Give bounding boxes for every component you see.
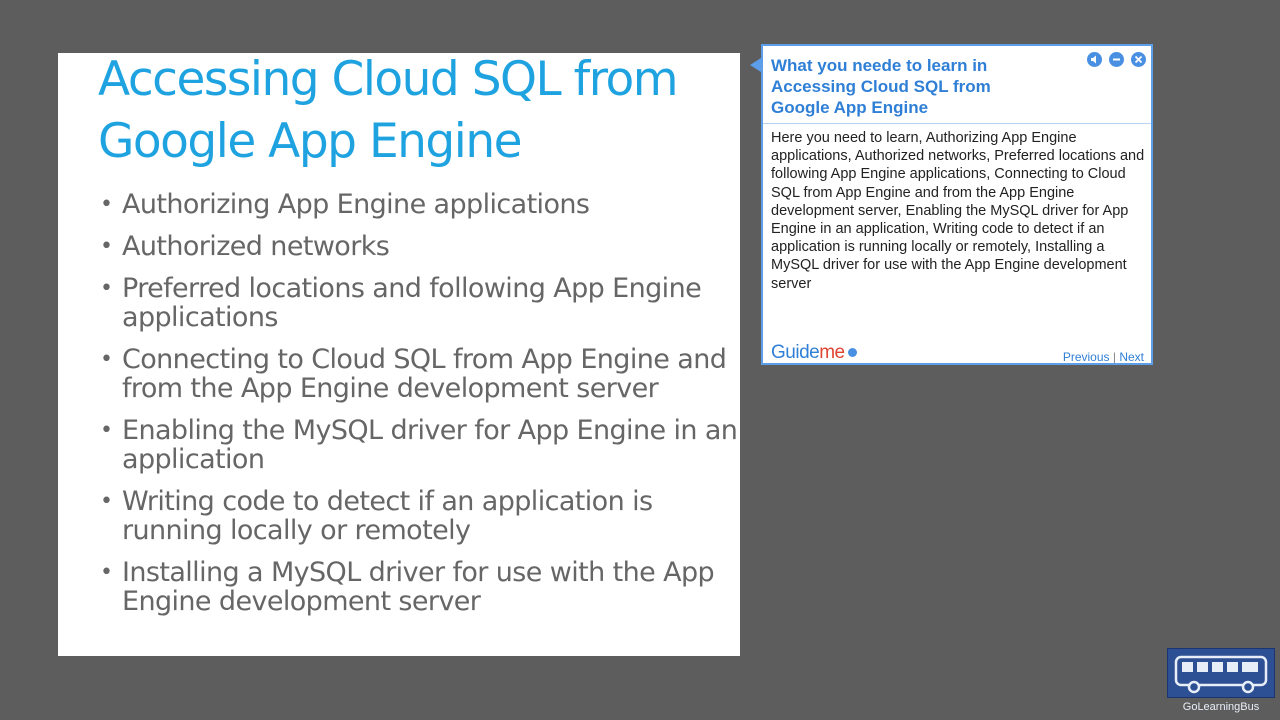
popup-heading: What you neede to learn in Accessing Clo… — [771, 56, 991, 117]
logo-text-guide: Guide — [771, 342, 820, 363]
logo-badge-icon — [847, 348, 857, 357]
guideme-logo: Guideme — [771, 342, 857, 364]
bullet-item: • Preferred locations and following App E… — [98, 274, 738, 332]
logo-text-me: me — [819, 342, 845, 363]
bullet-dot-icon: • — [100, 418, 113, 443]
bullet-dot-icon: • — [100, 560, 113, 585]
bullet-dot-icon: • — [100, 276, 113, 301]
popup-controls — [1087, 52, 1146, 67]
slide-title: Accessing Cloud SQL from Google App Engi… — [98, 53, 679, 169]
golearningbus-logo: GoLearningBus — [1167, 648, 1275, 718]
bullet-text: Installing a MySQL driver for use with t… — [122, 557, 715, 617]
previous-link[interactable]: Previous — [1063, 350, 1110, 364]
bullet-dot-icon: • — [100, 192, 113, 217]
close-icon[interactable] — [1131, 52, 1146, 67]
bullet-dot-icon: • — [100, 489, 113, 514]
next-link[interactable]: Next — [1119, 350, 1144, 364]
bullet-text: Authorizing App Engine applications — [122, 189, 590, 220]
bullet-dot-icon: • — [100, 347, 113, 372]
bullet-item: • Installing a MySQL driver for use with … — [98, 558, 738, 616]
minimize-icon[interactable] — [1109, 52, 1124, 67]
bullet-item: • Enabling the MySQL driver for App Engin… — [98, 416, 738, 474]
bullet-item: • Connecting to Cloud SQL from App Engine… — [98, 345, 738, 403]
bullet-text: Enabling the MySQL driver for App Engine… — [122, 415, 738, 475]
speaker-icon[interactable] — [1087, 52, 1102, 67]
slide-bullet-list: • Authorizing App Engine applications • Au… — [98, 190, 738, 629]
popup-pointer-arrow — [750, 58, 761, 72]
bullet-text: Authorized networks — [122, 231, 390, 262]
bullet-text: Connecting to Cloud SQL from App Engine … — [122, 344, 727, 404]
popup-navigation: Previous | Next — [1063, 350, 1144, 364]
presentation-slide: Accessing Cloud SQL from Google App Engi… — [58, 53, 740, 656]
bullet-text: Preferred locations and following App En… — [122, 273, 702, 333]
bullet-text: Writing code to detect if an application… — [122, 486, 653, 546]
popup-body-text: Here you need to learn, Authorizing App … — [771, 130, 1145, 292]
bullet-item: • Writing code to detect if an applicatio… — [98, 487, 738, 545]
guideme-popup: What you neede to learn in Accessing Clo… — [750, 44, 1153, 365]
bullet-dot-icon: • — [100, 234, 113, 259]
bullet-item: • Authorizing App Engine applications — [98, 190, 738, 219]
bus-icon — [1167, 648, 1275, 698]
nav-separator: | — [1112, 350, 1116, 364]
brand-label: GoLearningBus — [1182, 701, 1260, 713]
bullet-item: • Authorized networks — [98, 232, 738, 261]
popup-divider — [763, 123, 1151, 124]
